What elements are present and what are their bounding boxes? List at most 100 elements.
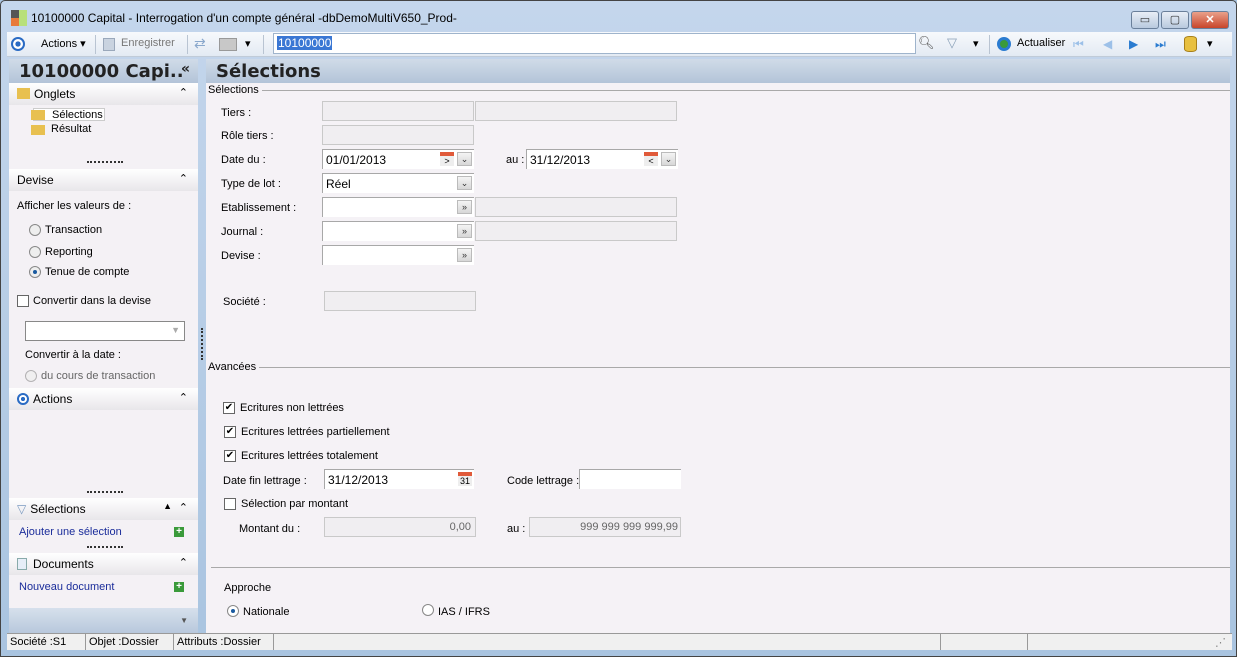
minimize-button[interactable]: ▭ bbox=[1131, 11, 1159, 29]
chevron-down-icon[interactable]: ⌄ bbox=[661, 152, 676, 166]
devise-select[interactable]: » bbox=[322, 245, 474, 265]
refresh-icon bbox=[997, 37, 1011, 51]
folder-icon bbox=[31, 125, 45, 135]
splitter-handle[interactable] bbox=[87, 161, 123, 163]
first-record-icon[interactable]: ⏮ bbox=[1073, 37, 1084, 52]
group-title-selections: Sélections bbox=[208, 84, 262, 96]
montant-au-input[interactable]: 999 999 999 999,99 bbox=[529, 517, 681, 537]
collapse-icon[interactable]: ⌃ bbox=[179, 501, 188, 514]
double-chevron-down-icon[interactable]: » bbox=[457, 200, 472, 214]
radio-nationale[interactable] bbox=[227, 605, 239, 617]
panel-overflow-bar[interactable]: ▼ bbox=[9, 608, 198, 633]
tiers-label: Tiers : bbox=[221, 107, 252, 119]
arrow-up-icon[interactable]: ▲ bbox=[163, 501, 172, 511]
section-title: Devise bbox=[17, 173, 54, 187]
radio-reporting[interactable] bbox=[29, 246, 41, 258]
calendar-icon[interactable]: > bbox=[440, 152, 454, 166]
close-button[interactable]: ✕ bbox=[1191, 11, 1229, 29]
filter-icon[interactable]: ▽ bbox=[947, 35, 957, 51]
radio-label: Transaction bbox=[45, 224, 103, 236]
divider bbox=[258, 367, 1230, 368]
date-fin-lettrage-input[interactable]: 31/12/2013 31 bbox=[324, 469, 474, 489]
checkbox-lettrees-totalement[interactable]: ✔ bbox=[224, 450, 236, 462]
approche-label: Approche bbox=[224, 582, 272, 594]
status-societe: Société :S1 bbox=[7, 634, 86, 650]
field-value: 01/01/2013 bbox=[326, 153, 387, 167]
collapse-icon[interactable]: ⌃ bbox=[179, 391, 188, 404]
role-tiers-input[interactable] bbox=[322, 125, 474, 145]
database-dropdown-icon[interactable]: ▾ bbox=[1207, 37, 1213, 50]
calendar-icon[interactable]: 31 bbox=[458, 472, 472, 486]
montant-du-label: Montant du : bbox=[239, 523, 301, 535]
tiers-input[interactable] bbox=[322, 101, 474, 121]
checkbox-lettrees-partiellement[interactable]: ✔ bbox=[224, 426, 236, 438]
splitter-handle[interactable] bbox=[87, 491, 123, 493]
section-actions-header[interactable]: Actions ⌃ bbox=[9, 388, 198, 410]
sync-icon[interactable]: ⇄ bbox=[194, 35, 206, 52]
collapse-panel-button[interactable]: « bbox=[181, 61, 190, 77]
search-icon[interactable]: 🔍︎ bbox=[918, 35, 935, 51]
resize-grip-icon[interactable]: ⋰ bbox=[1212, 634, 1229, 650]
journal-select[interactable]: » bbox=[322, 221, 474, 241]
splitter-handle[interactable] bbox=[87, 546, 123, 548]
filter-dropdown-icon[interactable]: ▾ bbox=[973, 37, 979, 50]
radio-label: IAS / IFRS bbox=[438, 606, 490, 618]
record-title: 10100000 Capi.. bbox=[19, 61, 184, 82]
date-au-input[interactable]: 31/12/2013 < ⌄ bbox=[526, 149, 678, 169]
add-icon[interactable]: + bbox=[174, 582, 184, 592]
type-lot-select[interactable]: Réel ⌄ bbox=[322, 173, 474, 193]
maximize-button[interactable]: ▢ bbox=[1161, 11, 1189, 29]
radio-cours-transaction[interactable] bbox=[25, 370, 37, 382]
section-onglets-header[interactable]: Onglets ⌃ bbox=[9, 83, 198, 105]
window-title: 10100000 Capital - Interrogation d'un co… bbox=[31, 11, 457, 25]
code-lettrage-input[interactable] bbox=[579, 469, 681, 489]
collapse-icon[interactable]: ⌃ bbox=[179, 86, 188, 99]
left-panel: 10100000 Capi.. « Onglets ⌃ Sélections Rés… bbox=[9, 59, 198, 633]
add-icon[interactable]: + bbox=[174, 527, 184, 537]
account-search-input[interactable]: 10100000 bbox=[273, 33, 916, 54]
database-icon[interactable] bbox=[1184, 36, 1197, 52]
save-button[interactable]: Enregistrer bbox=[121, 37, 175, 49]
refresh-button[interactable]: Actualiser bbox=[1017, 37, 1065, 49]
last-record-icon[interactable]: ⏭ bbox=[1155, 37, 1166, 52]
separator bbox=[187, 35, 188, 54]
etablissement-select[interactable]: » bbox=[322, 197, 474, 217]
double-chevron-down-icon[interactable]: » bbox=[457, 224, 472, 238]
print-dropdown-icon[interactable]: ▾ bbox=[245, 37, 251, 50]
collapse-icon[interactable]: ⌃ bbox=[179, 556, 188, 569]
calendar-icon[interactable]: < bbox=[644, 152, 658, 166]
checkbox-selection-montant[interactable] bbox=[224, 498, 236, 510]
radio-tenue-de-compte[interactable] bbox=[29, 266, 41, 278]
actions-menu[interactable]: Actions ▾ bbox=[41, 37, 86, 50]
chevron-down-icon[interactable]: ⌄ bbox=[457, 176, 472, 190]
print-icon[interactable] bbox=[219, 38, 237, 51]
societe-input[interactable] bbox=[324, 291, 476, 311]
date-du-input[interactable]: 01/01/2013 > ⌄ bbox=[322, 149, 474, 169]
actions-label: Actions bbox=[41, 38, 78, 50]
collapse-icon[interactable]: ⌃ bbox=[179, 172, 188, 185]
radio-transaction[interactable] bbox=[29, 224, 41, 236]
status-bar: Société :S1 Objet :Dossier Attributs :Do… bbox=[7, 633, 1232, 650]
checkbox-non-lettrees[interactable]: ✔ bbox=[223, 402, 235, 414]
folder-icon bbox=[17, 88, 30, 99]
next-record-icon[interactable]: ▶ bbox=[1129, 37, 1138, 51]
splitter-handle[interactable] bbox=[201, 328, 203, 360]
divider bbox=[211, 567, 1230, 568]
previous-record-icon[interactable]: ◀ bbox=[1103, 37, 1112, 51]
add-selection-link[interactable]: Ajouter une sélection bbox=[19, 526, 122, 538]
section-devise-header[interactable]: Devise ⌃ bbox=[9, 169, 198, 191]
field-value: 31/12/2013 bbox=[328, 473, 389, 487]
radio-ias-ifrs[interactable] bbox=[422, 604, 434, 616]
section-documents-header[interactable]: Documents ⌃ bbox=[9, 553, 198, 575]
double-chevron-down-icon[interactable]: » bbox=[457, 248, 472, 262]
radio-label: du cours de transaction bbox=[41, 370, 156, 382]
new-document-link[interactable]: Nouveau document bbox=[19, 581, 114, 593]
convertir-checkbox[interactable] bbox=[17, 295, 29, 307]
tab-label: Résultat bbox=[51, 123, 92, 135]
societe-label: Société : bbox=[223, 296, 266, 308]
section-selections-header[interactable]: ▽ Sélections ▲ ⌃ bbox=[9, 498, 198, 520]
convertir-date-label: Convertir à la date : bbox=[25, 349, 121, 361]
chevron-down-icon[interactable]: ⌄ bbox=[457, 152, 472, 166]
montant-du-input[interactable]: 0,00 bbox=[324, 517, 476, 537]
currency-select[interactable]: ▼ bbox=[25, 321, 185, 341]
